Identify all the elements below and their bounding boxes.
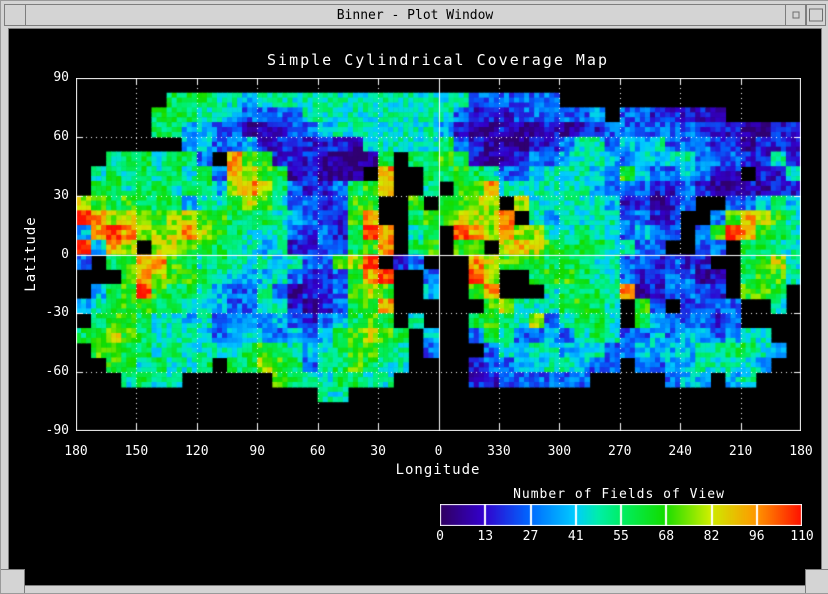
x-tick-label: 180: [789, 444, 812, 459]
maximize-button[interactable]: [806, 4, 826, 26]
title-bar[interactable]: Binner - Plot Window: [4, 4, 826, 26]
x-tick-label: 150: [125, 444, 148, 459]
y-tick-label: 60: [25, 129, 69, 144]
x-tick-label: 60: [310, 444, 326, 459]
colorbar-tick-label: 68: [658, 529, 674, 544]
plot-window: Binner - Plot Window Simple Cylindrical …: [0, 0, 828, 594]
colorbar: [440, 504, 802, 526]
coverage-map-canvas: [76, 78, 801, 431]
colorbar-title: Number of Fields of View: [513, 487, 725, 502]
y-tick-label: 0: [25, 247, 69, 262]
x-tick-label: 270: [608, 444, 631, 459]
y-tick-label: 90: [25, 70, 69, 85]
minimize-button[interactable]: [785, 4, 806, 26]
x-tick-label: 300: [548, 444, 571, 459]
x-tick-label: 180: [64, 444, 87, 459]
x-tick-label: 90: [249, 444, 265, 459]
y-tick-label: -30: [25, 305, 69, 320]
colorbar-tick-label: 96: [749, 529, 765, 544]
colorbar-tick-label: 110: [790, 529, 813, 544]
y-tick-label: -60: [25, 364, 69, 379]
x-tick-label: 210: [729, 444, 752, 459]
colorbar-tick-label: 55: [613, 529, 629, 544]
resize-handle-bottom-left[interactable]: [1, 569, 25, 593]
y-tick-label: -90: [25, 423, 69, 438]
x-tick-label: 120: [185, 444, 208, 459]
x-axis-label: Longitude: [396, 462, 481, 478]
x-tick-label: 240: [668, 444, 691, 459]
colorbar-tick-label: 27: [523, 529, 539, 544]
colorbar-tick-label: 82: [704, 529, 720, 544]
colorbar-tick-label: 13: [477, 529, 493, 544]
colorbar-tick-label: 41: [568, 529, 584, 544]
y-tick-label: 30: [25, 188, 69, 203]
resize-handle-bottom-right[interactable]: [805, 569, 828, 593]
colorbar-tick-label: 0: [436, 529, 444, 544]
window-menu-button[interactable]: [4, 4, 26, 26]
maximize-icon: [809, 9, 823, 22]
chart-title: Simple Cylindrical Coverage Map: [267, 51, 609, 69]
x-tick-label: 30: [370, 444, 386, 459]
minimize-icon: [792, 12, 799, 19]
x-tick-label: 0: [435, 444, 443, 459]
x-tick-label: 330: [487, 444, 510, 459]
window-title: Binner - Plot Window: [337, 8, 494, 23]
